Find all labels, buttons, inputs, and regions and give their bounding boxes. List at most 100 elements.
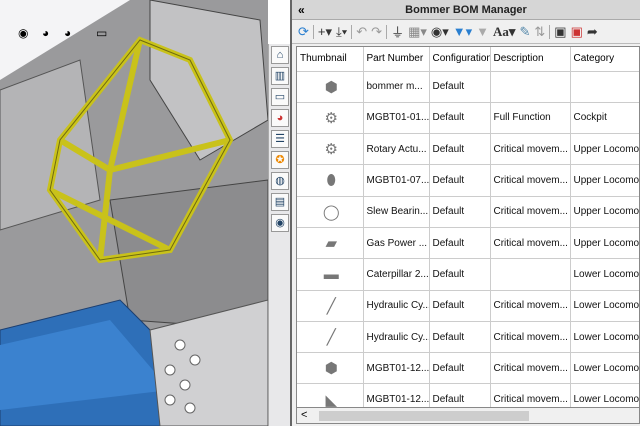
description-cell[interactable]: Critical movem...: [490, 227, 571, 260]
category-cell[interactable]: Lower Locomo...: [570, 383, 639, 407]
description-cell[interactable]: Critical movem...: [490, 383, 571, 407]
thumbnail-cell[interactable]: ⚙: [297, 133, 364, 166]
description-cell[interactable]: Critical movem...: [490, 321, 571, 354]
save-icon[interactable]: ▣: [554, 24, 566, 40]
configuration-cell[interactable]: Default: [429, 133, 491, 166]
part-number-cell[interactable]: Gas Power ...: [363, 227, 430, 260]
description-cell[interactable]: Critical movem...: [490, 196, 571, 228]
font-icon[interactable]: Aa▾: [493, 24, 515, 40]
category-cell[interactable]: Lower Locomo...: [570, 290, 639, 322]
refresh-icon[interactable]: ⟳: [298, 24, 309, 40]
part-number-cell[interactable]: Caterpillar 2...: [363, 258, 430, 291]
clear-filter-icon[interactable]: ▼: [476, 24, 489, 39]
part-number-cell[interactable]: Rotary Actu...: [363, 133, 430, 166]
properties-icon[interactable]: ☰: [271, 130, 289, 148]
chat-icon[interactable]: ▤: [271, 193, 289, 211]
part-number-cell[interactable]: bommer m...: [363, 71, 430, 103]
scroll-left-button[interactable]: <: [301, 409, 307, 421]
thumbnail-cell[interactable]: ⬢: [297, 352, 364, 385]
description-cell[interactable]: Critical movem...: [490, 164, 571, 197]
thumbnail-cell[interactable]: ⚙: [297, 102, 364, 135]
table-row[interactable]: ◯ Slew Bearin... Default Critical movem... U…: [297, 196, 639, 228]
description-cell[interactable]: [490, 71, 571, 103]
cad-graphics-area[interactable]: ◉ ◕ ◕ ▭ ✕: [0, 0, 268, 426]
edit-appearance-icon[interactable]: ◕: [42, 26, 49, 40]
edit-icon[interactable]: ✎: [519, 24, 530, 40]
description-cell[interactable]: Full Function: [490, 102, 571, 135]
view-icon[interactable]: ◉▾: [431, 24, 449, 40]
configuration-cell[interactable]: Default: [429, 352, 491, 385]
file-explorer-icon[interactable]: ▭: [271, 88, 289, 106]
table-row[interactable]: ⚙ MGBT01-01... Default Full Function Cockpit: [297, 102, 639, 135]
table-row[interactable]: ⬮ MGBT01-07... Default Critical movem... Upp…: [297, 164, 639, 197]
table-row[interactable]: ▰ Gas Power ... Default Critical movem... Up…: [297, 227, 639, 260]
import-icon[interactable]: ⤓▾: [336, 24, 347, 40]
forum-icon[interactable]: ◍: [271, 172, 289, 190]
category-cell[interactable]: Upper Locomo...: [570, 164, 639, 197]
configuration-cell[interactable]: Default: [429, 290, 491, 322]
description-cell[interactable]: Critical movem...: [490, 133, 571, 166]
table-row[interactable]: ▬Caterpillar 2...Default Lower Locomo...: [297, 258, 639, 291]
sort-icon[interactable]: ⇅: [534, 24, 545, 40]
apply-scene-icon[interactable]: ◕: [64, 26, 71, 40]
table-row[interactable]: ◣ MGBT01-12... Default Critical movem... Low…: [297, 383, 639, 407]
thumbnail-cell[interactable]: ╱: [297, 321, 364, 354]
column-header[interactable]: Thumbnail: [297, 47, 364, 72]
export-icon[interactable]: ➦: [587, 24, 598, 40]
category-cell[interactable]: Upper Locomo...: [570, 227, 639, 260]
configuration-cell[interactable]: Default: [429, 321, 491, 354]
category-cell[interactable]: Lower Locomo...: [570, 258, 639, 291]
horizontal-scrollbar[interactable]: <: [296, 408, 640, 424]
save-as-icon[interactable]: ▣: [571, 24, 583, 40]
filter-icon[interactable]: ▼▾: [453, 24, 472, 40]
column-header[interactable]: Part Number: [363, 47, 430, 72]
column-header[interactable]: Configuration: [429, 47, 491, 72]
category-cell[interactable]: Upper Locomo...: [570, 133, 639, 166]
thumbnail-cell[interactable]: ⬮: [297, 164, 364, 197]
configuration-cell[interactable]: Default: [429, 164, 491, 197]
scrollbar-thumb[interactable]: [319, 411, 529, 421]
table-row[interactable]: ⬢ MGBT01-12... Default Critical movem... Low…: [297, 352, 639, 385]
configuration-cell[interactable]: Default: [429, 71, 491, 103]
table-row[interactable]: ⬢ bommer m... Default: [297, 71, 639, 103]
add-icon[interactable]: +▾: [318, 24, 332, 40]
thumbnail-cell[interactable]: ◯: [297, 196, 364, 228]
configuration-cell[interactable]: Default: [429, 258, 491, 291]
table-row[interactable]: ╱ Hydraulic Cy... Default Critical movem...…: [297, 321, 639, 354]
view-orientation-icon[interactable]: ◉: [18, 26, 28, 40]
column-header[interactable]: Description: [490, 47, 571, 72]
appearances-icon[interactable]: ◕: [271, 109, 289, 127]
design-library-icon[interactable]: ▥: [271, 67, 289, 85]
display-settings-icon[interactable]: ▭: [96, 26, 107, 40]
configuration-cell[interactable]: Default: [429, 102, 491, 135]
category-cell[interactable]: [570, 71, 639, 103]
thumbnail-cell[interactable]: ╱: [297, 290, 364, 322]
undo-icon[interactable]: ↶: [356, 24, 367, 40]
home-icon[interactable]: ⌂: [271, 46, 289, 64]
description-cell[interactable]: Critical movem...: [490, 352, 571, 385]
category-cell[interactable]: Cockpit: [570, 102, 639, 135]
category-cell[interactable]: Upper Locomo...: [570, 196, 639, 228]
part-number-cell[interactable]: MGBT01-12...: [363, 383, 430, 407]
part-number-cell[interactable]: Hydraulic Cy...: [363, 321, 430, 354]
thumbnail-cell[interactable]: ▬: [297, 258, 364, 291]
part-number-cell[interactable]: MGBT01-01...: [363, 102, 430, 135]
part-number-cell[interactable]: Slew Bearin...: [363, 196, 430, 228]
table-row[interactable]: ⚙ Rotary Actu... Default Critical movem... U…: [297, 133, 639, 166]
description-cell[interactable]: Critical movem...: [490, 290, 571, 322]
category-cell[interactable]: Lower Locomo...: [570, 352, 639, 385]
level-icon[interactable]: ⏚: [391, 22, 404, 41]
thumbnail-cell[interactable]: ⬢: [297, 71, 364, 103]
column-header[interactable]: Category: [570, 47, 639, 72]
description-cell[interactable]: [490, 258, 571, 291]
bom-manager-icon[interactable]: ✪: [271, 151, 289, 169]
configuration-cell[interactable]: Default: [429, 196, 491, 228]
category-cell[interactable]: Lower Locomo...: [570, 321, 639, 354]
part-number-cell[interactable]: Hydraulic Cy...: [363, 290, 430, 322]
configuration-cell[interactable]: Default: [429, 383, 491, 407]
thumbnail-cell[interactable]: ◣: [297, 383, 364, 407]
part-number-cell[interactable]: MGBT01-12...: [363, 352, 430, 385]
globe-icon[interactable]: ◉: [271, 214, 289, 232]
table-row[interactable]: ╱ Hydraulic Cy... Default Critical movem...…: [297, 290, 639, 322]
configuration-cell[interactable]: Default: [429, 227, 491, 260]
